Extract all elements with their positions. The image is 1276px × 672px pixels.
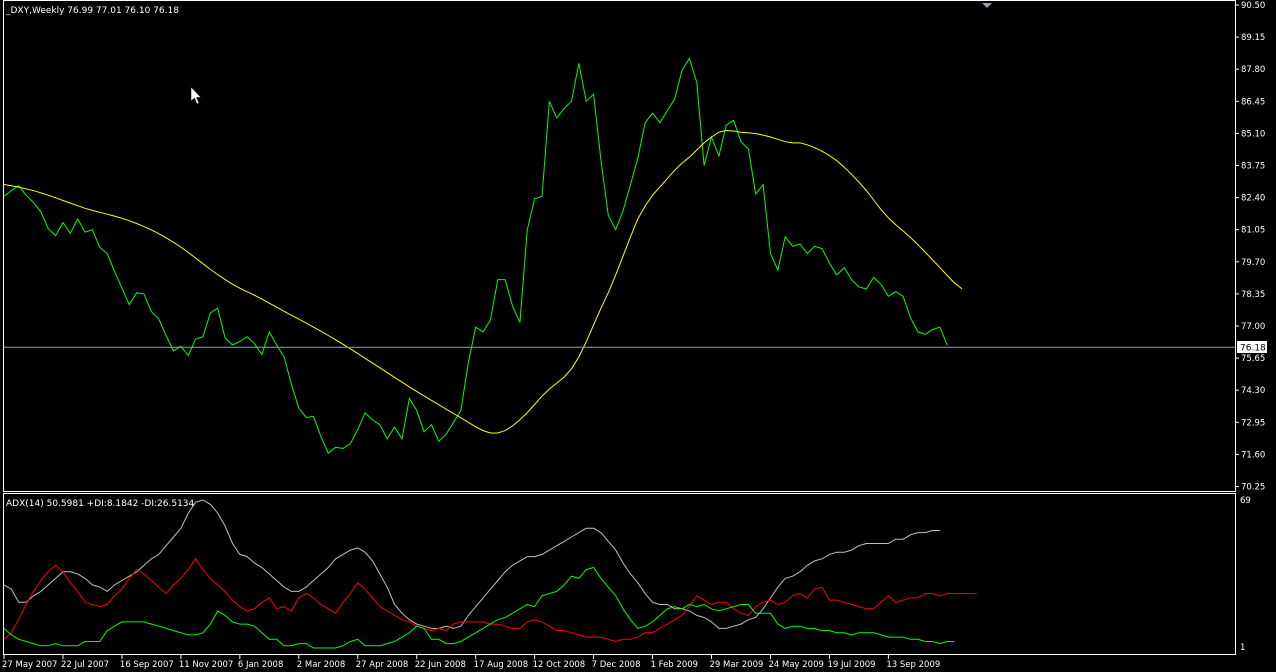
y-tick-label: 79.70 <box>1241 258 1265 268</box>
y-tick-label: 90.50 <box>1241 1 1265 11</box>
y-tick-label: 83.75 <box>1241 162 1265 172</box>
x-tick-label: 13 Sep 2009 <box>886 660 940 670</box>
y-tick-label: 71.60 <box>1241 450 1265 460</box>
indicator-y-tick-label: 69 <box>1240 496 1251 506</box>
x-tick-label: 24 May 2009 <box>768 660 823 670</box>
x-tick-label: 12 Oct 2008 <box>533 660 586 670</box>
x-tick-label: 16 Sep 2007 <box>120 660 174 670</box>
x-tick-label: 27 Apr 2008 <box>356 660 409 670</box>
x-tick-label: 17 Aug 2008 <box>474 660 528 670</box>
y-tick-label: 87.80 <box>1241 65 1265 75</box>
y-tick-label: 86.45 <box>1241 97 1265 107</box>
y-tick-label: 70.25 <box>1241 483 1265 493</box>
x-tick-label: 11 Nov 2007 <box>179 660 233 670</box>
y-tick-label: 82.40 <box>1241 194 1265 204</box>
chart-canvas: 27 May 2007 22 Jul 2007 16 Sep 2007 11 Nov … <box>0 0 1276 672</box>
x-tick-label: 6 Jan 2008 <box>238 660 284 670</box>
x-tick-label: 29 Mar 2009 <box>710 660 764 670</box>
indicator-header: ADX(14) 50.5981 +DI:8.1842 -DI:26.5134 <box>6 499 195 509</box>
y-tick-label: 85.10 <box>1241 129 1265 139</box>
y-tick-label: 81.05 <box>1241 226 1265 236</box>
x-tick-label: 19 Jul 2009 <box>827 660 875 670</box>
y-tick-label: 75.65 <box>1241 354 1265 364</box>
x-tick-label: 27 May 2007 <box>2 660 57 670</box>
main-header: _DXY,Weekly 76.99 77.01 76.10 76.18 <box>5 6 179 16</box>
y-tick-label: 89.15 <box>1241 33 1265 43</box>
y-tick-label: 77.00 <box>1241 322 1265 332</box>
x-tick-label: 22 Jun 2008 <box>415 660 466 670</box>
y-tick-label: 78.35 <box>1241 290 1265 300</box>
current-price-label: 76.18 <box>1240 344 1266 354</box>
x-tick-label: 22 Jul 2007 <box>61 660 109 670</box>
x-tick-label: 2 Mar 2008 <box>297 660 345 670</box>
x-tick-label: 7 Dec 2008 <box>592 660 641 670</box>
y-tick-label: 72.95 <box>1241 418 1265 428</box>
indicator-y-tick-label: 1 <box>1240 643 1245 653</box>
y-tick-label: 74.30 <box>1241 386 1265 396</box>
x-tick-label: 1 Feb 2009 <box>651 660 699 670</box>
